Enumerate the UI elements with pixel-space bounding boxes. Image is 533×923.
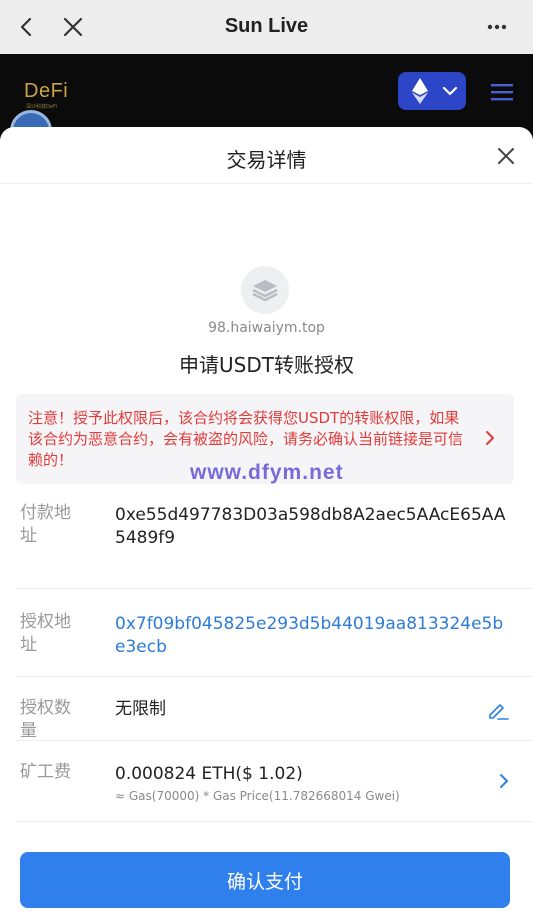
chevron-right-icon <box>500 774 508 788</box>
dapp-layers-icon <box>241 266 289 314</box>
close-icon[interactable] <box>496 146 516 166</box>
hamburger-menu-icon[interactable] <box>490 82 514 102</box>
app-bar: Sun Live <box>0 0 533 54</box>
payer-address-label: 付款地址 <box>20 503 71 546</box>
more-options-icon[interactable] <box>483 14 511 40</box>
divider <box>16 588 533 589</box>
edit-icon[interactable] <box>486 698 510 722</box>
chevron-right-icon <box>486 431 494 445</box>
divider <box>16 821 533 822</box>
app-title: Sun Live <box>224 15 309 37</box>
spender-address-label: 授权地址 <box>20 612 71 655</box>
divider <box>16 676 533 677</box>
miner-fee-value: 0.000824 ETH($ 1.02) <box>115 764 303 784</box>
miner-fee-label: 矿工费 <box>20 762 71 782</box>
sheet-header: 交易详情 <box>0 127 533 184</box>
sheet-title: 交易详情 <box>226 148 307 172</box>
request-title: 申请USDT转账授权 <box>179 353 354 377</box>
transaction-details-sheet: 交易详情 98.haiwaiym.top 申请USDT转账授权 注意！授予此权限… <box>0 127 533 923</box>
gas-detail: ≈ Gas(70000) * Gas Price(11.782668014 Gw… <box>115 789 400 803</box>
payer-address-value: 0xe55d497783D03a598db8A2aec5AAcE65AA5489… <box>115 505 506 548</box>
confirm-payment-button[interactable]: 确认支付 <box>20 852 510 908</box>
allowance-value: 无限制 <box>115 699 166 719</box>
allowance-label: 授权数量 <box>20 698 71 741</box>
dapp-logo-subtitle: 深沙科技DeFi <box>26 104 57 110</box>
ethereum-icon <box>412 78 428 104</box>
watermark: www.dfym.net <box>190 461 344 484</box>
dapp-site: 98.haiwaiym.top <box>208 320 325 336</box>
chevron-down-icon <box>442 86 458 96</box>
dapp-logo: DeFi <box>24 80 69 102</box>
divider <box>16 740 533 741</box>
spender-address-link[interactable]: 0x7f09bf045825e293d5b44019aa813324e5be3e… <box>115 613 510 659</box>
network-selector[interactable] <box>398 72 466 110</box>
